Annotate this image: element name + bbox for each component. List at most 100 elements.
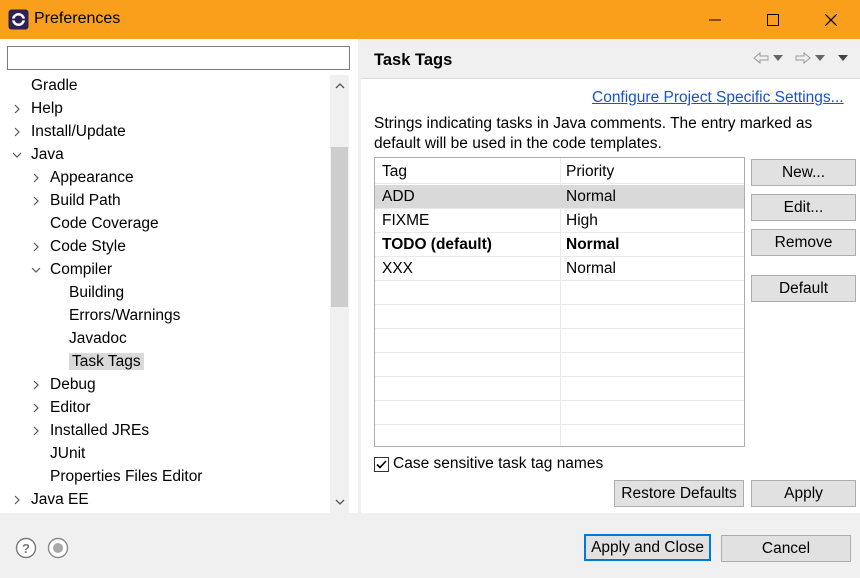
cell-priority: Normal bbox=[566, 188, 616, 205]
apply-button[interactable]: Apply bbox=[751, 480, 856, 507]
scroll-thumb[interactable] bbox=[331, 147, 348, 307]
table-row[interactable]: ADD Normal bbox=[375, 185, 744, 209]
back-button[interactable] bbox=[753, 49, 783, 67]
tree-item[interactable]: Installed JREs bbox=[31, 419, 149, 442]
cell-tag: ADD bbox=[382, 188, 415, 205]
empty-table-row bbox=[375, 305, 744, 329]
tree-item[interactable]: Errors/Warnings bbox=[50, 304, 180, 327]
scroll-down-icon[interactable] bbox=[330, 493, 349, 511]
page-title: Task Tags bbox=[374, 51, 453, 69]
tree-item[interactable]: Code Style bbox=[31, 235, 126, 258]
title-bar: Preferences bbox=[0, 0, 860, 39]
edit-button[interactable]: Edit... bbox=[751, 194, 856, 221]
checkbox-box[interactable] bbox=[374, 456, 389, 472]
tree-item[interactable]: Debug bbox=[31, 373, 96, 396]
tree-item[interactable]: Building bbox=[50, 281, 124, 304]
tree-item-label: Gradle bbox=[31, 77, 78, 94]
scroll-up-icon[interactable] bbox=[330, 77, 349, 95]
cell-tag: XXX bbox=[382, 260, 414, 277]
tree-item-label: Compiler bbox=[50, 261, 113, 278]
apply-and-close-button[interactable]: Apply and Close bbox=[584, 534, 711, 561]
tree-item[interactable]: Properties Files Editor bbox=[31, 465, 202, 488]
tree-item[interactable]: Java bbox=[12, 143, 64, 166]
empty-table-row bbox=[375, 281, 744, 305]
tree-scrollbar[interactable] bbox=[330, 75, 349, 513]
minimize-button[interactable] bbox=[686, 0, 744, 39]
tree-item[interactable]: Appearance bbox=[31, 166, 134, 189]
tree-item-label: Properties Files Editor bbox=[50, 468, 203, 485]
chevron-right-icon[interactable] bbox=[12, 488, 22, 511]
view-menu-button[interactable] bbox=[838, 49, 848, 67]
close-button[interactable] bbox=[802, 0, 860, 39]
tree-item-label: Install/Update bbox=[31, 123, 126, 140]
default-button[interactable]: Default bbox=[751, 275, 856, 302]
tree-item[interactable]: JUnit bbox=[31, 442, 85, 465]
empty-table-row bbox=[375, 425, 744, 446]
table-row[interactable]: TODO (default) Normal bbox=[375, 233, 744, 257]
tree-item-label: Building bbox=[69, 284, 125, 301]
tree-item[interactable]: Java EE bbox=[12, 488, 89, 511]
table-row[interactable]: FIXME High bbox=[375, 209, 744, 233]
case-sensitive-checkbox[interactable]: Case sensitive task tag names bbox=[374, 455, 603, 473]
tree-item[interactable]: Task Tags bbox=[50, 350, 144, 373]
tree-item-label: Installed JREs bbox=[50, 422, 150, 439]
chevron-right-icon[interactable] bbox=[31, 166, 41, 189]
cell-tag: FIXME bbox=[382, 212, 430, 229]
empty-table-row bbox=[375, 353, 744, 377]
configure-project-settings-link[interactable]: Configure Project Specific Settings... bbox=[592, 89, 844, 107]
forward-button[interactable] bbox=[795, 49, 825, 67]
tree-item[interactable]: Javadoc bbox=[50, 327, 127, 350]
filter-input[interactable] bbox=[7, 46, 350, 70]
chevron-right-icon[interactable] bbox=[31, 419, 41, 442]
tree-item[interactable]: Build Path bbox=[31, 189, 121, 212]
tree-item-label: Code Coverage bbox=[50, 215, 159, 232]
task-tags-table[interactable]: Tag Priority ADD Normal FIXME High TODO (defau… bbox=[374, 157, 745, 447]
chevron-right-icon[interactable] bbox=[31, 189, 41, 212]
chevron-right-icon[interactable] bbox=[31, 235, 41, 258]
cell-priority: Normal bbox=[566, 260, 616, 277]
pane-divider[interactable] bbox=[358, 39, 361, 513]
column-header-tag: Tag bbox=[382, 163, 407, 180]
cancel-button[interactable]: Cancel bbox=[721, 535, 851, 562]
tree-item-label: Code Style bbox=[50, 238, 126, 255]
empty-table-row bbox=[375, 329, 744, 353]
remove-button[interactable]: Remove bbox=[751, 229, 856, 256]
help-icon[interactable]: ? bbox=[15, 537, 37, 559]
chevron-right-icon[interactable] bbox=[12, 97, 22, 120]
record-macro-icon[interactable] bbox=[47, 537, 69, 559]
tree-item-label: Java bbox=[31, 146, 64, 163]
new-button[interactable]: New... bbox=[751, 159, 856, 186]
chevron-down-icon[interactable] bbox=[31, 258, 41, 281]
chevron-right-icon[interactable] bbox=[31, 373, 41, 396]
tree-item-label: Debug bbox=[50, 376, 96, 393]
table-header[interactable]: Tag Priority bbox=[375, 160, 744, 184]
dialog-footer: ? Apply and Close Cancel bbox=[0, 513, 860, 578]
tree-item[interactable]: Compiler bbox=[31, 258, 112, 281]
tree-item[interactable]: Install/Update bbox=[12, 120, 126, 143]
preference-tree[interactable]: Gradle Help Install/Update Java Appearance Bu… bbox=[0, 75, 330, 513]
empty-table-row bbox=[375, 377, 744, 401]
forward-arrow-icon bbox=[795, 52, 811, 64]
tree-item[interactable]: Help bbox=[12, 97, 63, 120]
svg-text:?: ? bbox=[22, 541, 30, 556]
tree-item[interactable]: Gradle bbox=[12, 75, 78, 97]
view-menu-icon bbox=[838, 55, 848, 61]
close-icon bbox=[825, 13, 837, 26]
cell-tag: TODO (default) bbox=[382, 236, 492, 253]
tree-item-label: Javadoc bbox=[69, 330, 127, 347]
table-row[interactable]: XXX Normal bbox=[375, 257, 744, 281]
restore-defaults-button[interactable]: Restore Defaults bbox=[614, 480, 744, 507]
page-description: Strings indicating tasks in Java comment… bbox=[374, 115, 813, 152]
chevron-right-icon[interactable] bbox=[12, 120, 22, 143]
tree-item[interactable]: Code Coverage bbox=[31, 212, 159, 235]
tree-item-label: Java EE bbox=[31, 491, 89, 508]
tree-item[interactable]: Editor bbox=[31, 396, 91, 419]
tree-item-label: Editor bbox=[50, 399, 91, 416]
chevron-down-icon[interactable] bbox=[12, 143, 22, 166]
tree-item-label: Appearance bbox=[50, 169, 134, 186]
column-header-priority: Priority bbox=[566, 163, 615, 180]
maximize-button[interactable] bbox=[744, 0, 802, 39]
checkmark-icon bbox=[376, 459, 387, 469]
page-header: Task Tags bbox=[361, 39, 860, 79]
chevron-right-icon[interactable] bbox=[31, 396, 41, 419]
